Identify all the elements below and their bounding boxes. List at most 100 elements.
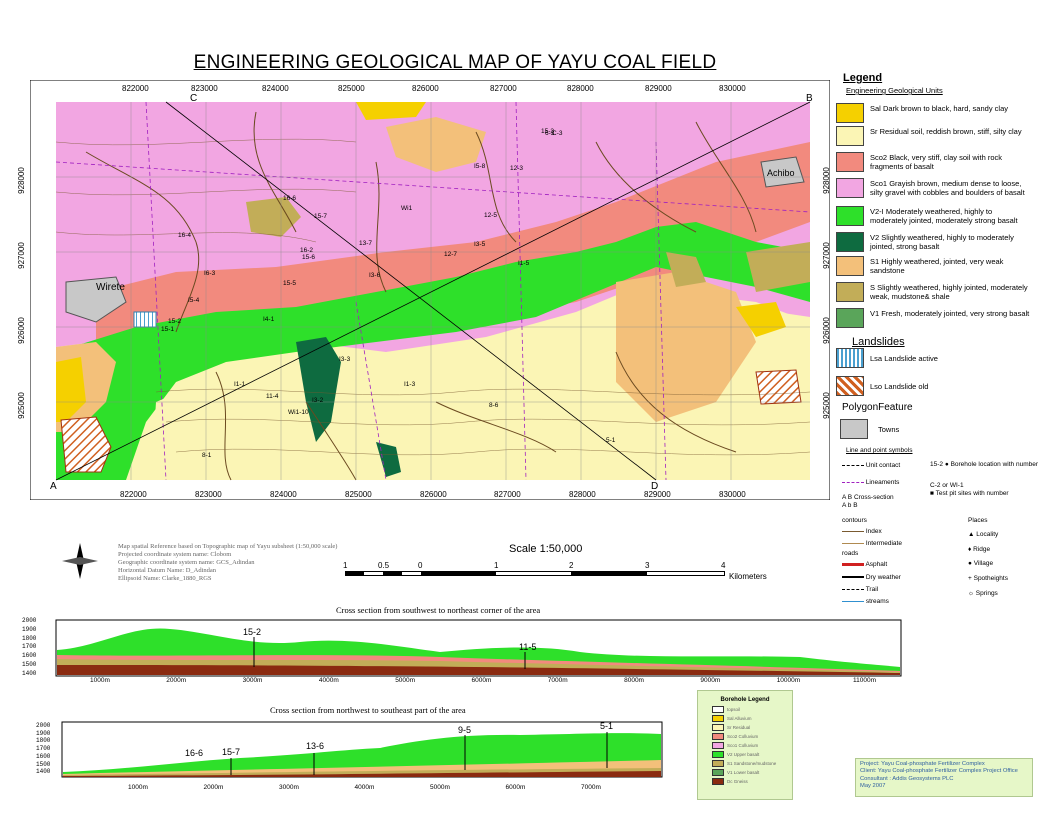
map-site-label: I6-3 — [204, 270, 216, 277]
borehole-legend-item: Sr Residual — [712, 723, 792, 732]
legend-unit-code: V2-I — [870, 207, 884, 216]
legend-landslide-active: Lsa Landslide active — [836, 348, 1036, 370]
project-info-box: Project: Yayu Coal-phosphate Fertilizer … — [855, 758, 1033, 797]
section-x-tick: 10000m — [776, 677, 801, 684]
geological-map[interactable] — [30, 80, 830, 500]
legend-cross-section: A B Cross-section A b B — [842, 494, 894, 509]
section2-borehole-label: 5-1 — [600, 721, 614, 731]
borehole-legend-swatch — [712, 742, 724, 750]
legend-unit-v2i: V2-I Moderately weathered, highly to mod… — [836, 206, 1036, 228]
borehole-legend-item: topsoil — [712, 705, 792, 714]
map-site-label: 12-3 — [510, 165, 524, 172]
borehole-legend-text: S1 Sandstone/mudstone — [727, 761, 777, 766]
borehole-legend-item: V1 Lower basalt — [712, 768, 792, 777]
borehole-legend-swatch — [712, 769, 724, 777]
legend-streams: streams — [842, 598, 889, 606]
section-x-tick: 7000m — [581, 784, 601, 791]
x-tick-top: 827000 — [490, 84, 517, 93]
north-arrow-icon — [62, 543, 98, 579]
legend-place-springs: ☼ Springs — [968, 590, 998, 597]
x-tick-bottom: 823000 — [195, 490, 222, 499]
landslide-active — [133, 311, 157, 328]
x-tick-top: 824000 — [262, 84, 289, 93]
borehole-legend-item: V2 Upper basalt — [712, 750, 792, 759]
map-metadata: Map spatial Reference based on Topograph… — [118, 543, 338, 582]
landslides-heading: Landslides — [852, 336, 905, 348]
borehole-legend-text: topsoil — [727, 707, 741, 712]
section-x-tick: 6000m — [505, 784, 526, 791]
legend-intermediate: Intermediate — [842, 540, 902, 548]
section2-y-axis: 2000 1900 1800 1700 1600 1500 1400 — [36, 722, 51, 776]
section-x-tick: 11000m — [853, 677, 877, 684]
section1-borehole-label: 15-2 — [243, 627, 262, 637]
legend-place-village: ● Village — [968, 560, 994, 567]
borehole-legend-swatch — [712, 724, 724, 732]
corner-label-d: D — [651, 481, 659, 492]
section2-borehole-label: 15-7 — [222, 747, 241, 757]
x-tick-top: 826000 — [412, 84, 439, 93]
borehole-legend-item: Sco2 Colluvium — [712, 732, 792, 741]
legend-swatch — [836, 282, 864, 302]
x-tick-bottom: 822000 — [120, 490, 147, 499]
x-tick-bottom: 830000 — [719, 490, 746, 499]
legend-unit-v1: V1 Fresh, moderately jointed, very stron… — [836, 308, 1036, 330]
section-x-tick: 3000m — [279, 784, 299, 791]
legend-unit-sco1: Sco1 Grayish brown, medium dense to loos… — [836, 178, 1036, 200]
scale-bar: 1 0.5 0 1 2 3 4 Kilometers — [343, 561, 767, 581]
section-x-tick: 3000m — [242, 677, 263, 684]
map-site-label: I3-2 — [312, 397, 324, 404]
legend-place-locality: ▲ Locality — [968, 531, 999, 538]
borehole-legend-swatch — [712, 751, 724, 759]
scale-label: Scale 1:50,000 — [509, 543, 583, 555]
map-site-label: C-3 — [552, 130, 563, 137]
legend-borehole: 15-2 ● Borehole location with number — [930, 461, 1039, 468]
section-x-tick: 7000m — [547, 677, 568, 684]
borehole-legend-text: Sco2 Colluvium — [727, 734, 759, 739]
borehole-legend: Borehole Legend topsoil Sal Alluvium Sr Re… — [697, 690, 793, 800]
legend-testpit: C-2 or WI-1 ■ Test pit sites with number — [930, 482, 1009, 497]
legend-swatch — [836, 206, 864, 226]
borehole-legend-text: Sal Alluvium — [727, 716, 752, 721]
legend-unit-text: Grayish brown, medium dense to loose, si… — [870, 179, 1025, 197]
legend-unit-sal: Sal Dark brown to black, hard, sandy cla… — [836, 103, 1036, 125]
x-tick-top: 829000 — [645, 84, 672, 93]
town-label-wirete: Wirete — [96, 282, 125, 293]
cross-section-2[interactable] — [20, 720, 665, 782]
map-site-label: 8-6 — [489, 402, 499, 409]
map-site-label: I4-1 — [263, 316, 275, 323]
map-site-label: 13-7 — [359, 240, 373, 247]
legend-unit-s: S Slightly weathered, highly jointed, mo… — [836, 282, 1036, 304]
x-tick-top: 830000 — [719, 84, 746, 93]
legend-swatch — [836, 126, 864, 146]
map-site-label: 15-6 — [302, 254, 316, 261]
section-x-tick: 4000m — [354, 784, 375, 791]
borehole-legend-swatch — [712, 778, 724, 786]
section-x-tick: 1000m — [128, 784, 148, 791]
borehole-legend-item: Dc Gneiss — [712, 777, 792, 786]
legend-unit-text: Slightly weathered, highly to moderately… — [870, 233, 1014, 251]
x-tick-bottom: 828000 — [569, 490, 596, 499]
map-site-label: I1-3 — [404, 381, 416, 388]
town-label-achibo: Achibo — [767, 168, 795, 178]
section2-borehole-label: 9-5 — [458, 725, 472, 735]
x-tick-bottom: 827000 — [494, 490, 521, 499]
legend-unit-contact: Unit contact — [842, 462, 900, 470]
map-site-label: I3-6 — [369, 272, 381, 279]
legend-unit-text: Highly weathered, jointed, very weak san… — [870, 257, 1004, 275]
borehole-legend-text: Sco1 Colluvium — [727, 743, 759, 748]
borehole-legend-text: Sr Residual — [727, 725, 751, 730]
borehole-legend-swatch — [712, 760, 724, 768]
map-site-label: 15-7 — [314, 213, 328, 220]
section2-title: Cross section from northwest to southeas… — [270, 705, 466, 715]
map-site-label: 15-5 — [283, 280, 297, 287]
legend-unit-text: Residual soil, reddish brown, stiff, sil… — [879, 127, 1022, 136]
contours-heading: contours — [842, 517, 867, 524]
legend-swatch — [836, 232, 864, 252]
x-tick-top: 828000 — [567, 84, 594, 93]
map-site-label: I5-4 — [188, 297, 200, 304]
borehole-legend-swatch — [712, 706, 724, 714]
cross-section-1[interactable] — [20, 617, 905, 689]
map-site-label: I1-1 — [234, 381, 246, 388]
y-tick-right: 928000 — [821, 167, 831, 194]
y-tick-left: 927000 — [16, 242, 26, 269]
